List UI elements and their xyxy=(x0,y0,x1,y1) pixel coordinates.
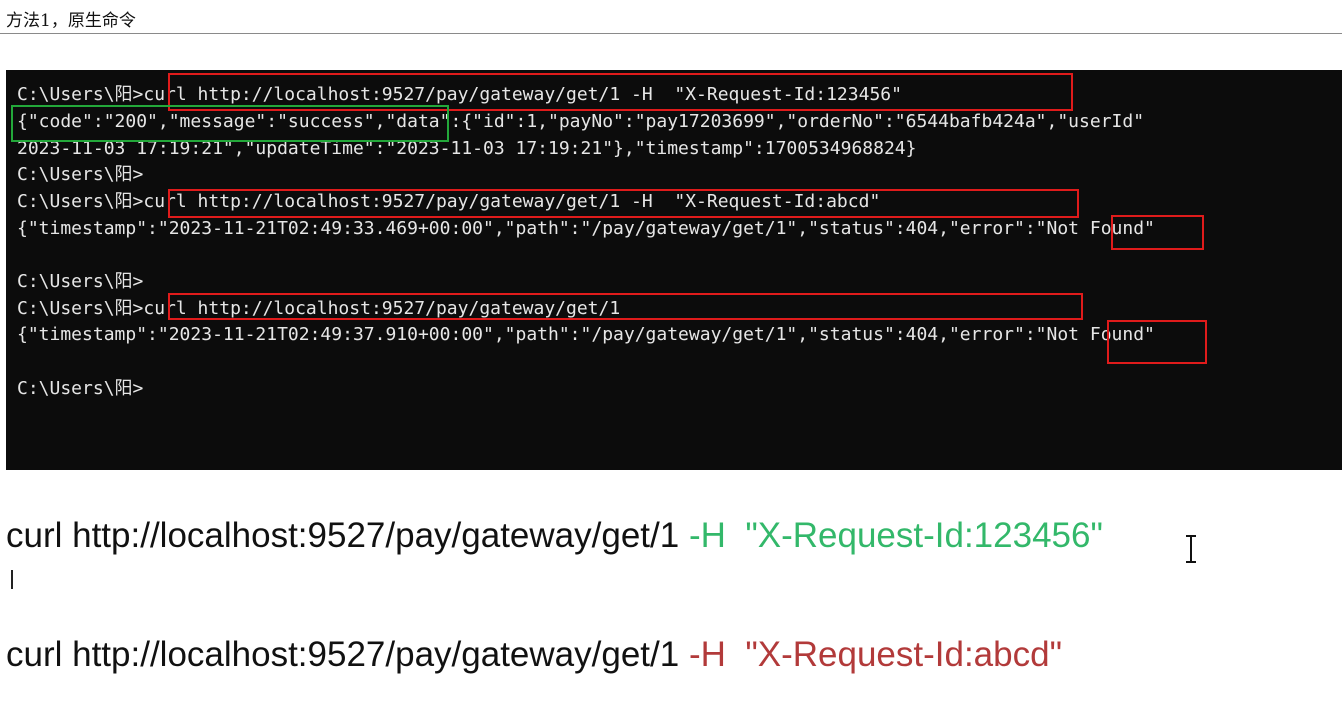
command-base: curl http://localhost:9527/pay/gateway/g… xyxy=(6,635,689,674)
terminal-line: C:\Users\阳> xyxy=(17,164,144,185)
terminal-line: C:\Users\阳> xyxy=(17,378,144,399)
command-header: "X-Request-Id:abcd" xyxy=(745,635,1063,674)
command-text-2: curl http://localhost:9527/pay/gateway/g… xyxy=(6,633,1062,677)
doc-heading: 方法1，原生命令 xyxy=(6,11,136,31)
terminal-line: {"timestamp":"2023-11-21T02:49:37.910+00… xyxy=(17,324,1155,345)
command-base: curl http://localhost:9527/pay/gateway/g… xyxy=(6,516,689,555)
terminal-line: {"timestamp":"2023-11-21T02:49:33.469+00… xyxy=(17,218,1155,239)
terminal-line: 2023-11-03 17:19:21","updateTime":"2023-… xyxy=(17,138,917,159)
terminal-line: {"code":"200","message":"success","data"… xyxy=(17,111,1145,132)
command-header: "X-Request-Id:123456" xyxy=(745,516,1103,555)
terminal-line: C:\Users\阳> xyxy=(17,271,144,292)
command-text-1: curl http://localhost:9527/pay/gateway/g… xyxy=(6,514,1103,558)
command-flag: -H xyxy=(688,635,726,674)
terminal-line: C:\Users\阳>curl http://localhost:9527/pa… xyxy=(17,298,621,319)
document-header: 方法1，原生命令 xyxy=(0,0,1342,34)
terminal-screenshot: C:\Users\阳>curl http://localhost:9527/pa… xyxy=(6,70,1342,470)
command-flag: -H xyxy=(688,516,726,555)
text-ibeam-cursor-icon xyxy=(1186,534,1196,564)
terminal-line: C:\Users\阳>curl http://localhost:9527/pa… xyxy=(17,191,881,212)
text-caret xyxy=(11,570,13,589)
terminal-line: C:\Users\阳>curl http://localhost:9527/pa… xyxy=(17,84,902,105)
